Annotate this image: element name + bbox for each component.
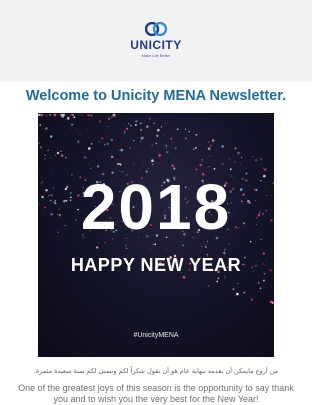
arabic-greeting-text: من أروع مايمكن أن نقدمه بنهاية عام هو أن… [33,367,279,375]
english-greeting-text: One of the greatest joys of this season … [18,383,294,404]
unicity-logo-icon [145,22,167,36]
unicity-logo[interactable]: UNICITY Make Life Better [0,22,312,62]
logo-tagline: Make Life Better [141,53,171,58]
hero-year: 2018 [80,171,232,243]
hero-hashtag: #UnicityMENA [133,332,179,339]
hero-banner[interactable]: 2018 HAPPY NEW YEAR #UnicityMENA [38,113,274,357]
logo-wordmark: UNICITY [130,38,182,52]
hero-greeting: HAPPY NEW YEAR [70,255,242,275]
newsletter-headline: Welcome to Unicity MENA Newsletter. [25,88,287,104]
